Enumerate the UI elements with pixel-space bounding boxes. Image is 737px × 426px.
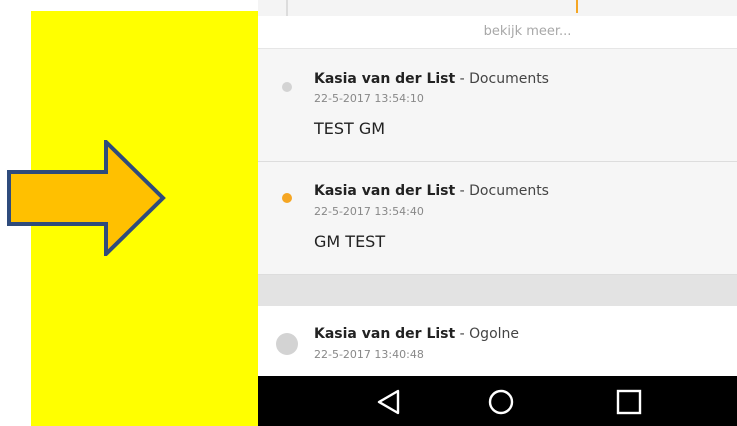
timeline-entry[interactable]: Kasia van der List - Ogolne 22-5-2017 13…: [258, 306, 737, 376]
entry-timestamp: 22-5-2017 13:40:48: [314, 348, 424, 361]
recents-icon[interactable]: [614, 388, 644, 416]
android-nav-bar: [258, 376, 737, 426]
timeline-dot: [282, 82, 292, 92]
load-more-link[interactable]: bekijk meer...: [484, 16, 572, 48]
entry-header: Kasia van der List - Documents: [314, 71, 549, 87]
home-icon[interactable]: [486, 388, 516, 416]
entry-message: TEST GM: [314, 119, 386, 138]
entry-timestamp: 22-5-2017 13:54:40: [314, 205, 424, 218]
entry-author: Kasia van der List: [314, 326, 456, 342]
arrow-right-icon: [7, 140, 166, 256]
back-icon[interactable]: [374, 388, 404, 416]
entry-timestamp: 22-5-2017 13:54:10: [314, 92, 424, 105]
load-more-row[interactable]: bekijk meer...: [258, 16, 737, 49]
entry-header: Kasia van der List - Documents: [314, 183, 549, 199]
timeline-dot-active: [282, 193, 292, 203]
entry-message: GM TEST: [314, 232, 386, 251]
entry-separator: -: [455, 326, 470, 342]
timeline-dot: [276, 333, 298, 355]
entry-separator: -: [455, 183, 470, 199]
screenshot-stage: bekijk meer... Kasia van der List - Docu…: [0, 0, 737, 426]
entry-category: Documents: [469, 71, 549, 87]
entry-category: Documents: [469, 183, 549, 199]
timeline-entry[interactable]: Kasia van der List - Documents 22-5-2017…: [258, 49, 737, 162]
entry-header: Kasia van der List - Ogolne: [314, 326, 519, 342]
section-divider: [258, 275, 737, 306]
entry-separator: -: [455, 71, 470, 87]
entry-category: Ogolne: [469, 326, 520, 342]
timeline-entry[interactable]: Kasia van der List - Documents 22-5-2017…: [258, 162, 737, 275]
entry-author: Kasia van der List: [314, 71, 456, 87]
entry-author: Kasia van der List: [314, 183, 456, 199]
accent-line: [576, 0, 578, 13]
phone-screen: bekijk meer... Kasia van der List - Docu…: [258, 0, 737, 426]
